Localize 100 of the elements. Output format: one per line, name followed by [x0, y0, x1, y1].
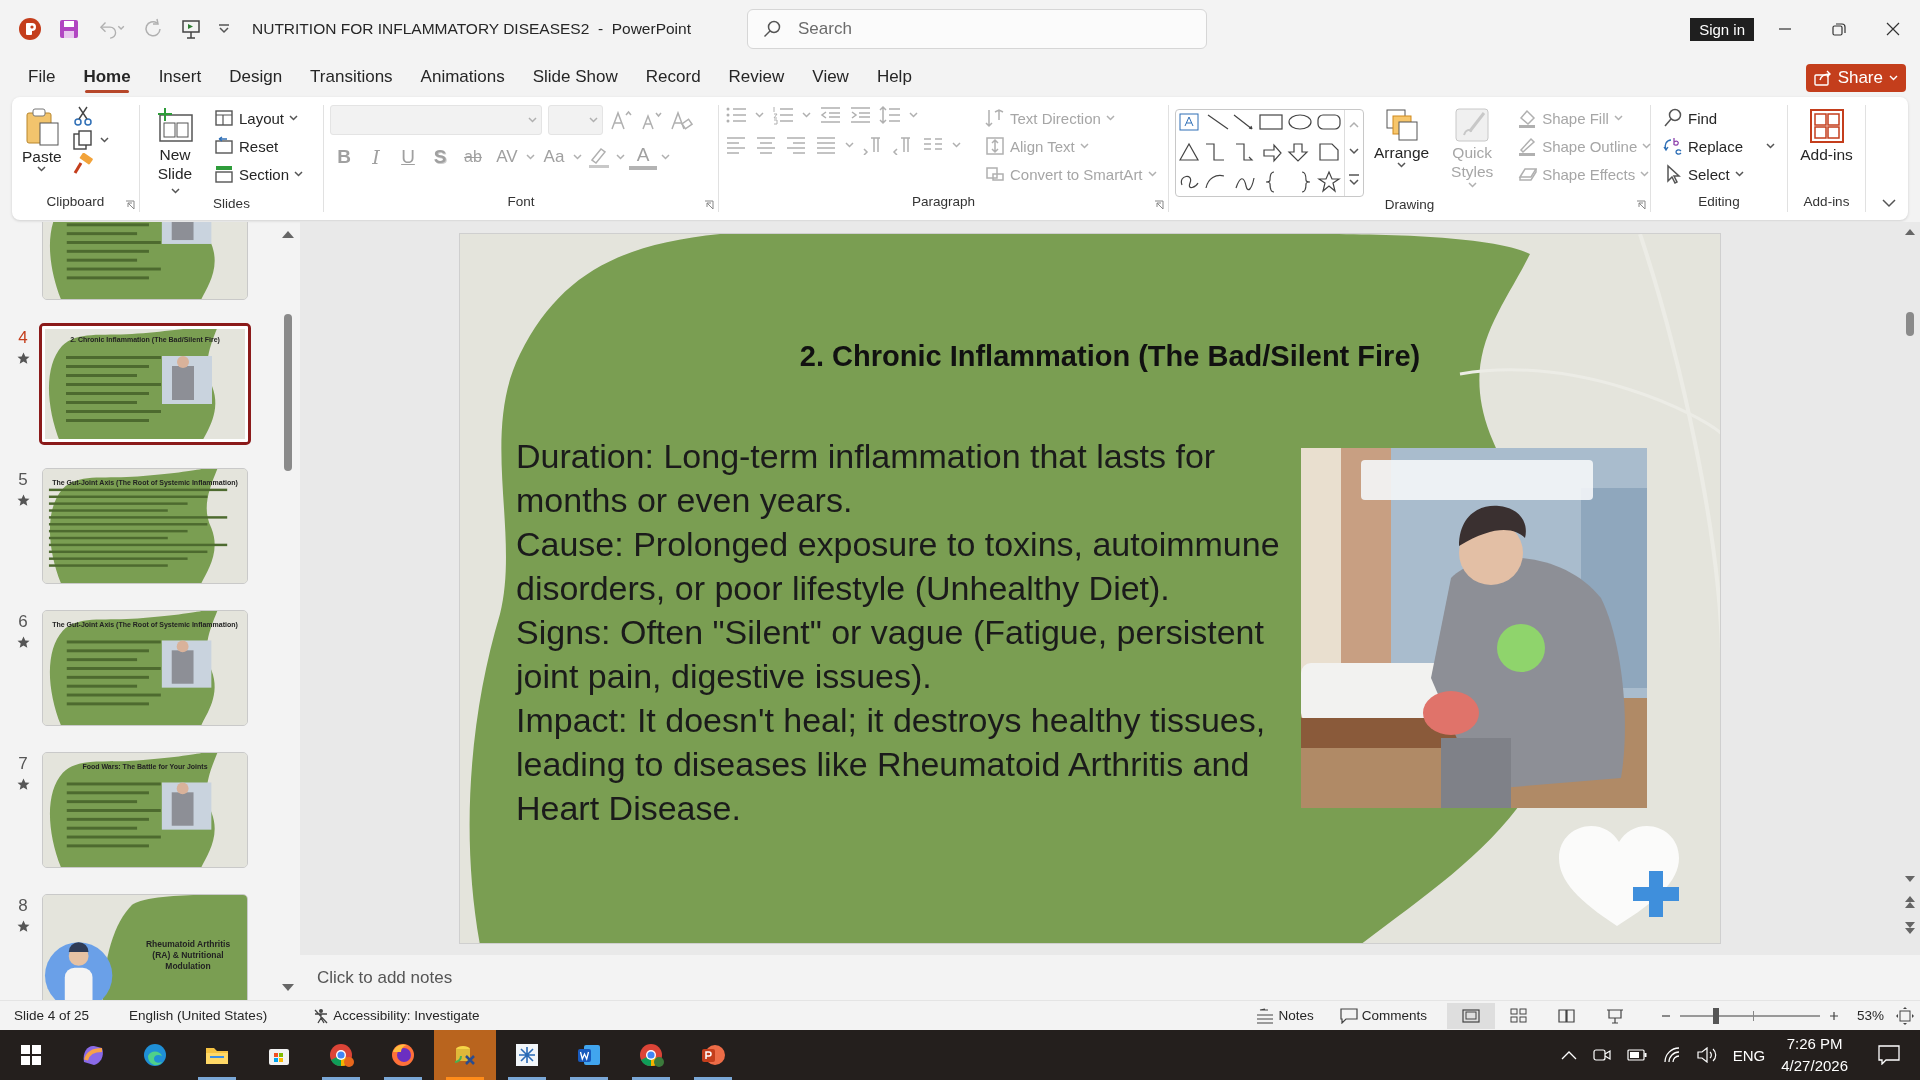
- find-button[interactable]: Find: [1658, 105, 1779, 131]
- wifi-icon[interactable]: [1662, 1047, 1681, 1063]
- chrome-icon[interactable]: [328, 1042, 354, 1068]
- share-icon: [1813, 69, 1832, 86]
- caret-icon: [952, 142, 961, 148]
- scroll-up-icon[interactable]: [282, 231, 294, 238]
- slide-counter: Slide 4 of 25: [14, 1008, 90, 1023]
- group-label: Editing: [1698, 194, 1740, 211]
- next-slide-icon[interactable]: [1905, 922, 1915, 934]
- ribbon-tab[interactable]: Home: [69, 60, 145, 95]
- arrange-button[interactable]: Arrange: [1370, 105, 1434, 171]
- view-button[interactable]: [1446, 1002, 1495, 1029]
- ribbon-tab[interactable]: Design: [215, 60, 297, 95]
- accessibility-button[interactable]: Accessibility: Investigate: [307, 1004, 486, 1027]
- slide-thumbnail[interactable]: Rheumatoid Arthritis (RA) & Nutritional Modulation: [42, 894, 248, 1000]
- close-icon[interactable]: [1886, 22, 1900, 36]
- zoom-in-icon[interactable]: [1828, 1010, 1839, 1021]
- reset-icon: [214, 136, 234, 156]
- powerpoint-icon[interactable]: [700, 1042, 726, 1068]
- scroll-up-icon[interactable]: [1905, 229, 1915, 235]
- comments-button[interactable]: Comments: [1333, 1004, 1433, 1027]
- cut-icon[interactable]: [71, 105, 94, 127]
- firefox-icon[interactable]: [390, 1042, 416, 1068]
- add-ins-button[interactable]: Add-ins: [1796, 105, 1857, 167]
- zoom-slider-thumb[interactable]: [1713, 1007, 1720, 1024]
- ribbon-tab[interactable]: Help: [862, 60, 926, 95]
- ribbon-tab[interactable]: Transitions: [296, 60, 407, 95]
- notes-button[interactable]: Notes: [1250, 1004, 1320, 1027]
- star-icon: [16, 352, 30, 365]
- collapse-ribbon-icon[interactable]: [1882, 198, 1896, 208]
- ribbon-tab[interactable]: Animations: [406, 60, 519, 95]
- search-icon: [763, 20, 781, 38]
- reset-button[interactable]: Reset: [210, 133, 308, 159]
- restore-icon[interactable]: [1832, 22, 1846, 36]
- fit-to-window-icon[interactable]: [1896, 1006, 1914, 1025]
- clipboard-icon: [23, 107, 60, 147]
- caret-icon: [170, 187, 180, 194]
- star-icon: [16, 778, 30, 791]
- camera-icon[interactable]: [1592, 1047, 1611, 1063]
- chrome-icon[interactable]: [638, 1042, 664, 1068]
- slide-number: 4: [18, 328, 28, 348]
- caret-icon: [1640, 171, 1650, 177]
- quick-styles-icon: [1454, 107, 1491, 143]
- snowflake-grid-icon[interactable]: [514, 1042, 540, 1068]
- scroll-down-icon[interactable]: [282, 984, 294, 991]
- volume-icon[interactable]: [1696, 1047, 1717, 1063]
- layout-icon: [214, 108, 234, 128]
- search-field[interactable]: Search: [747, 9, 1207, 49]
- section-button[interactable]: Section: [210, 161, 308, 187]
- caret-icon: [755, 112, 764, 118]
- caret-icon: [661, 153, 670, 160]
- zoom-level[interactable]: 53%: [1856, 1008, 1884, 1023]
- clock[interactable]: 7:26 PM 4/27/2026: [1781, 1033, 1848, 1077]
- caret-icon: [573, 153, 582, 160]
- scroll-down-icon[interactable]: [1905, 876, 1915, 882]
- save-icon[interactable]: [58, 18, 80, 40]
- layout-button[interactable]: Layout: [210, 105, 308, 131]
- ribbon-tab[interactable]: Insert: [144, 60, 216, 95]
- scrollbar-thumb[interactable]: [1906, 312, 1914, 336]
- ribbon-tab[interactable]: File: [14, 60, 70, 95]
- present-icon[interactable]: [180, 18, 202, 40]
- battery-icon[interactable]: [1626, 1049, 1647, 1061]
- font-size-field[interactable]: [548, 105, 603, 135]
- caret-icon: [616, 153, 625, 160]
- section-icon: [214, 164, 234, 184]
- dialog-launcher-icon[interactable]: [1154, 200, 1164, 210]
- paste-button[interactable]: Paste: [18, 105, 66, 175]
- input-language[interactable]: ENG: [1732, 1046, 1766, 1064]
- windows-start-icon[interactable]: [18, 1042, 44, 1068]
- format-painter-icon[interactable]: [71, 153, 94, 175]
- share-button[interactable]: Share: [1805, 63, 1906, 92]
- sign-in-button[interactable]: Sign in: [1690, 17, 1754, 41]
- caret-icon: [1613, 115, 1623, 121]
- font-name-field[interactable]: [330, 105, 542, 135]
- copy-icon[interactable]: [71, 129, 94, 151]
- language-label[interactable]: English (United States): [129, 1008, 268, 1023]
- show-hidden-icons-icon[interactable]: [1560, 1050, 1577, 1060]
- previous-slide-icon[interactable]: [1905, 896, 1915, 908]
- replace-button[interactable]: Replace: [1658, 133, 1779, 159]
- edge-icon[interactable]: [142, 1042, 168, 1068]
- new-slide-button[interactable]: New Slide: [146, 105, 204, 196]
- caret-icon: [802, 112, 811, 118]
- slide-sorter-icon: [1509, 1007, 1528, 1024]
- slide-paragraph: Duration: Long-term inflammation that lasts for months or even years.: [516, 436, 1217, 521]
- scrollbar-thumb[interactable]: [284, 314, 292, 471]
- normal-view-icon: [1461, 1007, 1480, 1024]
- ribbon-tab[interactable]: Slide Show: [518, 60, 632, 95]
- ribbon-tab[interactable]: Review: [714, 60, 799, 95]
- caret-icon: [1889, 74, 1898, 81]
- reading-view-icon: [1557, 1007, 1576, 1024]
- word-icon[interactable]: [576, 1042, 602, 1068]
- ribbon-tab[interactable]: View: [798, 60, 863, 95]
- ribbon-tab[interactable]: Record: [631, 60, 715, 95]
- text-direction-icon: [985, 108, 1005, 128]
- customize-caret-icon[interactable]: [218, 24, 230, 34]
- dialog-launcher-icon[interactable]: [1636, 200, 1646, 210]
- notifications-icon[interactable]: [1878, 1045, 1900, 1065]
- select-button[interactable]: Select: [1658, 161, 1779, 187]
- dialog-launcher-icon[interactable]: [704, 200, 714, 210]
- dialog-launcher-icon[interactable]: [125, 200, 135, 210]
